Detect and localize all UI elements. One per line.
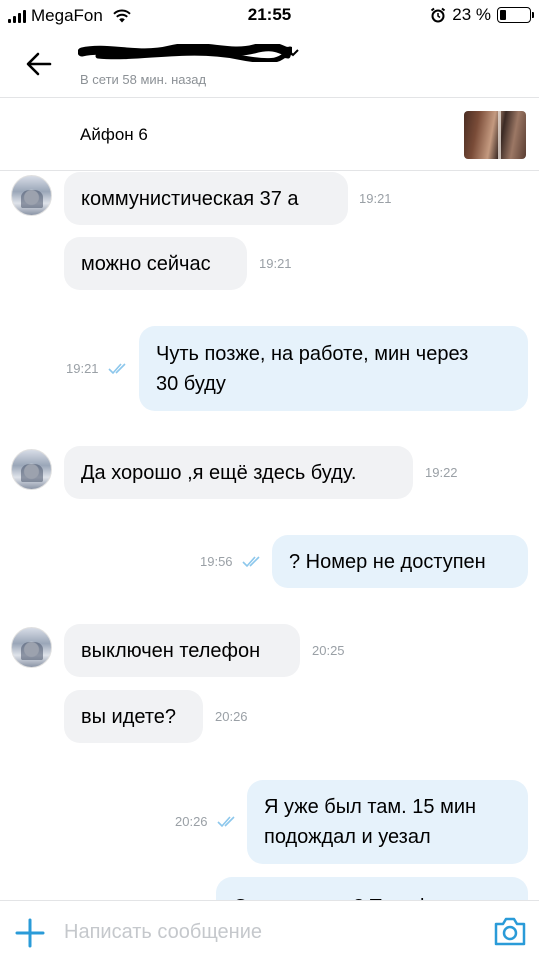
message-timestamp: 19:56: [200, 553, 233, 569]
incoming-message[interactable]: выключен телефон 20:25: [0, 624, 539, 677]
read-receipt-icon: [217, 816, 235, 828]
message-text: можно сейчас: [81, 249, 211, 279]
message-text-line: вы идете?: [81, 705, 177, 728]
message-text-line: 30 буду: [156, 372, 226, 395]
message-list[interactable]: коммунистическая 37 а 19:21 можно сейчас 19…: [0, 172, 539, 900]
message-text: Снова ехать ? Телефон не: [233, 892, 480, 900]
listing-thumbnail[interactable]: [464, 111, 526, 159]
incoming-message[interactable]: вы идете? 20:26: [0, 690, 539, 743]
back-arrow-icon[interactable]: [24, 49, 54, 79]
message-bubble[interactable]: вы идете?: [64, 690, 203, 743]
message-text-line: подождал и уезал: [264, 826, 431, 848]
message-text: выключен телефон: [81, 636, 260, 666]
avatar[interactable]: [11, 175, 52, 216]
presence-status: В сети 58 мин. назад: [80, 72, 207, 87]
message-text-line: Чуть позже, на работе, мин через: [156, 342, 469, 365]
message-text-line: коммунистическая 37 а: [81, 187, 299, 210]
message-timestamp: 19:21: [259, 255, 292, 271]
message-timestamp: 20:25: [312, 642, 345, 658]
message-timestamp: 19:21: [359, 190, 392, 206]
message-bubble[interactable]: ? Номер не доступен: [272, 535, 528, 588]
message-text-line: ? Номер не доступен: [289, 550, 486, 573]
status-bar-right: 23 %: [430, 5, 534, 25]
message-text: ? Номер не доступен: [289, 547, 486, 577]
message-text-line: Да хорошо ,я ещё здесь буду.: [81, 461, 357, 484]
listing-banner[interactable]: Айфон 6: [0, 99, 539, 171]
read-receipt-icon: [108, 362, 126, 374]
message-input[interactable]: [64, 915, 464, 949]
message-text: коммунистическая 37 а: [81, 184, 299, 214]
chat-header: В сети 58 мин. назад: [0, 32, 539, 98]
outgoing-message[interactable]: Снова ехать ? Телефон не: [0, 877, 539, 900]
message-bubble[interactable]: коммунистическая 37 а: [64, 172, 348, 225]
message-bubble[interactable]: Я уже был там. 15 мин подождал и уезал: [247, 780, 528, 864]
message-bubble[interactable]: Да хорошо ,я ещё здесь буду.: [64, 446, 413, 499]
message-timestamp: 20:26: [215, 708, 248, 724]
avatar[interactable]: [11, 449, 52, 490]
camera-icon[interactable]: [493, 915, 527, 947]
message-text: Да хорошо ,я ещё здесь буду.: [81, 458, 356, 488]
message-bubble[interactable]: Чуть позже, на работе, мин через 30 буду: [139, 326, 528, 411]
message-text-line: Я уже был там. 15 мин: [264, 796, 477, 818]
alarm-clock-icon: [431, 7, 446, 23]
outgoing-message[interactable]: ? Номер не доступен 19:56: [0, 535, 539, 588]
message-timestamp: 20:26: [175, 814, 208, 829]
message-bubble[interactable]: можно сейчас: [64, 237, 247, 290]
battery-icon: [497, 7, 534, 23]
message-timestamp: 19:22: [425, 464, 458, 480]
message-text: вы идете?: [81, 702, 176, 732]
message-text-line: выключен телефон: [81, 639, 261, 662]
message-text-line: можно сейчас: [81, 252, 211, 275]
battery-percent: 23 %: [452, 5, 491, 24]
message-bubble[interactable]: Снова ехать ? Телефон не: [216, 877, 528, 900]
message-text: Я уже был там. 15 мин подождал и уезал: [264, 792, 476, 852]
message-text: Чуть позже, на работе, мин через 30 буду: [156, 339, 468, 399]
composer-bar: [0, 900, 539, 960]
incoming-message[interactable]: коммунистическая 37 а 19:21: [0, 172, 539, 225]
message-text-line: Снова ехать ? Телефон не: [233, 892, 480, 900]
status-bar: MegaFon 21:55 23 %: [0, 0, 539, 32]
chevron-down-icon[interactable]: [286, 48, 300, 58]
message-bubble[interactable]: выключен телефон: [64, 624, 300, 677]
outgoing-message[interactable]: Чуть позже, на работе, мин через 30 буду 1…: [0, 326, 539, 411]
message-timestamp: 19:21: [66, 360, 99, 376]
plus-icon[interactable]: [15, 918, 45, 948]
read-receipt-icon: [242, 555, 260, 567]
outgoing-message[interactable]: Я уже был там. 15 мин подождал и уезал 20:…: [0, 780, 539, 864]
contact-name-redacted[interactable]: [78, 44, 292, 62]
avatar[interactable]: [11, 627, 52, 668]
incoming-message[interactable]: можно сейчас 19:21: [0, 237, 539, 290]
listing-title: Айфон 6: [80, 125, 148, 144]
incoming-message[interactable]: Да хорошо ,я ещё здесь буду. 19:22: [0, 446, 539, 499]
